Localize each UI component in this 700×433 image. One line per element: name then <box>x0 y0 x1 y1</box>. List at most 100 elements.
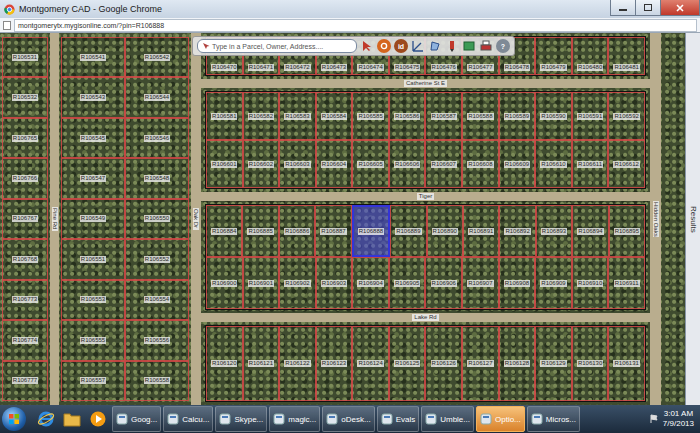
parcel[interactable]: R106122 <box>279 326 316 401</box>
parcel[interactable]: R106904 <box>352 257 389 309</box>
id-button[interactable]: id <box>394 39 408 53</box>
parcel[interactable]: R106587 <box>425 92 462 140</box>
parcel[interactable]: R106768 <box>2 239 48 279</box>
parcel[interactable]: R106586 <box>389 92 426 140</box>
parcel[interactable]: R106890 <box>427 205 463 257</box>
parcel[interactable]: R106532 <box>2 77 48 117</box>
parcel[interactable]: R106606 <box>389 140 426 188</box>
parcel[interactable]: R106602 <box>243 140 280 188</box>
parcel[interactable]: R106767 <box>2 199 48 239</box>
parcel[interactable]: R106777 <box>2 361 48 401</box>
parcel[interactable]: R106887 <box>315 205 351 257</box>
parcel[interactable]: R106557 <box>61 361 125 401</box>
parcel[interactable]: R106120 <box>206 326 243 401</box>
pinned-media-player[interactable] <box>86 407 110 431</box>
taskbar-button[interactable]: Skype... <box>215 406 267 432</box>
parcel[interactable]: R106592 <box>608 92 645 140</box>
parcel[interactable]: R106542 <box>125 37 189 77</box>
map[interactable]: R106531R106532R106765R106766R106767R1067… <box>0 33 700 405</box>
parcel[interactable]: R106589 <box>499 92 536 140</box>
parcel[interactable]: R106907 <box>462 257 499 309</box>
parcel[interactable]: R106607 <box>425 140 462 188</box>
parcel[interactable]: R106585 <box>352 92 389 140</box>
parcel[interactable]: R106556 <box>125 320 189 360</box>
parcel[interactable]: R106894 <box>572 205 608 257</box>
parcel[interactable]: R106128 <box>499 326 536 401</box>
parcel[interactable]: R106531 <box>2 37 48 77</box>
parcel[interactable]: R106611 <box>572 140 609 188</box>
taskbar-button[interactable]: Micros... <box>527 406 580 432</box>
parcel[interactable]: R106545 <box>61 118 125 158</box>
parcel[interactable]: R106129 <box>535 326 572 401</box>
parcel[interactable]: R106551 <box>61 239 125 279</box>
parcel[interactable]: R106591 <box>572 92 609 140</box>
parcel[interactable]: R106543 <box>61 77 125 117</box>
parcel[interactable]: R106125 <box>389 326 426 401</box>
parcel[interactable]: R106906 <box>425 257 462 309</box>
parcel[interactable]: R106554 <box>125 280 189 320</box>
close-button[interactable] <box>660 0 700 16</box>
parcel[interactable]: R106889 <box>390 205 426 257</box>
parcel[interactable]: R106766 <box>2 158 48 198</box>
parcel[interactable]: R106903 <box>316 257 353 309</box>
parcel[interactable]: R106549 <box>61 199 125 239</box>
pinned-explorer[interactable] <box>60 407 84 431</box>
parcel[interactable]: R106541 <box>61 37 125 77</box>
parcel[interactable]: R106910 <box>572 257 609 309</box>
parcel[interactable]: R106908 <box>499 257 536 309</box>
parcel[interactable]: R106582 <box>243 92 280 140</box>
parcel[interactable]: R106605 <box>352 140 389 188</box>
layers-button[interactable] <box>462 39 476 53</box>
parcel[interactable]: R106479 <box>535 37 572 75</box>
start-button[interactable] <box>2 407 26 431</box>
identify-button[interactable] <box>377 39 391 53</box>
polygon-button[interactable] <box>428 39 442 53</box>
parcel[interactable]: R106547 <box>61 158 125 198</box>
parcel[interactable]: R106548 <box>125 158 189 198</box>
marker-button[interactable] <box>445 39 459 53</box>
taskbar-button[interactable]: oDesk... <box>322 406 374 432</box>
pointer-button[interactable] <box>360 39 374 53</box>
parcel[interactable]: R106884 <box>206 205 242 257</box>
taskbar-button[interactable]: Goog... <box>112 406 161 432</box>
parcel[interactable]: R106127 <box>462 326 499 401</box>
parcel[interactable]: R106901 <box>243 257 280 309</box>
print-button[interactable] <box>479 39 493 53</box>
taskbar-button[interactable]: Umble... <box>421 406 474 432</box>
pinned-browser[interactable] <box>34 407 58 431</box>
maximize-button[interactable] <box>635 0 661 16</box>
parcel[interactable]: R106546 <box>125 118 189 158</box>
parcel[interactable]: R106124 <box>352 326 389 401</box>
parcel[interactable]: R106909 <box>535 257 572 309</box>
parcel[interactable]: R106885 <box>242 205 278 257</box>
parcel[interactable]: R106480 <box>572 37 609 75</box>
selected-parcel[interactable]: R106888 <box>352 205 390 257</box>
taskbar-button[interactable]: Calcu... <box>163 406 213 432</box>
parcel[interactable]: R106608 <box>462 140 499 188</box>
parcel[interactable]: R106558 <box>125 361 189 401</box>
parcel[interactable]: R106583 <box>279 92 316 140</box>
taskbar-button[interactable]: Evals <box>377 406 420 432</box>
taskbar-button[interactable]: Optio... <box>476 406 525 432</box>
parcel[interactable]: R106131 <box>608 326 645 401</box>
parcel[interactable]: R106550 <box>125 199 189 239</box>
parcel[interactable]: R106123 <box>316 326 353 401</box>
parcel[interactable]: R106552 <box>125 239 189 279</box>
minimize-button[interactable] <box>610 0 636 16</box>
clock[interactable]: 3:01 AM7/9/2013 <box>663 409 694 429</box>
parcel[interactable]: R106773 <box>2 280 48 320</box>
parcel[interactable]: R106553 <box>61 280 125 320</box>
parcel[interactable]: R106590 <box>535 92 572 140</box>
parcel[interactable]: R106900 <box>206 257 243 309</box>
parcel[interactable]: R106604 <box>316 140 353 188</box>
search-box[interactable]: Type in a Parcel, Owner, Address.... <box>197 39 357 53</box>
parcel[interactable]: R106601 <box>206 140 243 188</box>
parcel[interactable]: R106774 <box>2 320 48 360</box>
parcel[interactable]: R106121 <box>243 326 280 401</box>
parcel[interactable]: R106609 <box>499 140 536 188</box>
parcel[interactable]: R106544 <box>125 77 189 117</box>
parcel[interactable]: R106893 <box>536 205 572 257</box>
parcel[interactable]: R106886 <box>279 205 315 257</box>
parcel[interactable]: R106581 <box>206 92 243 140</box>
parcel[interactable]: R106612 <box>608 140 645 188</box>
